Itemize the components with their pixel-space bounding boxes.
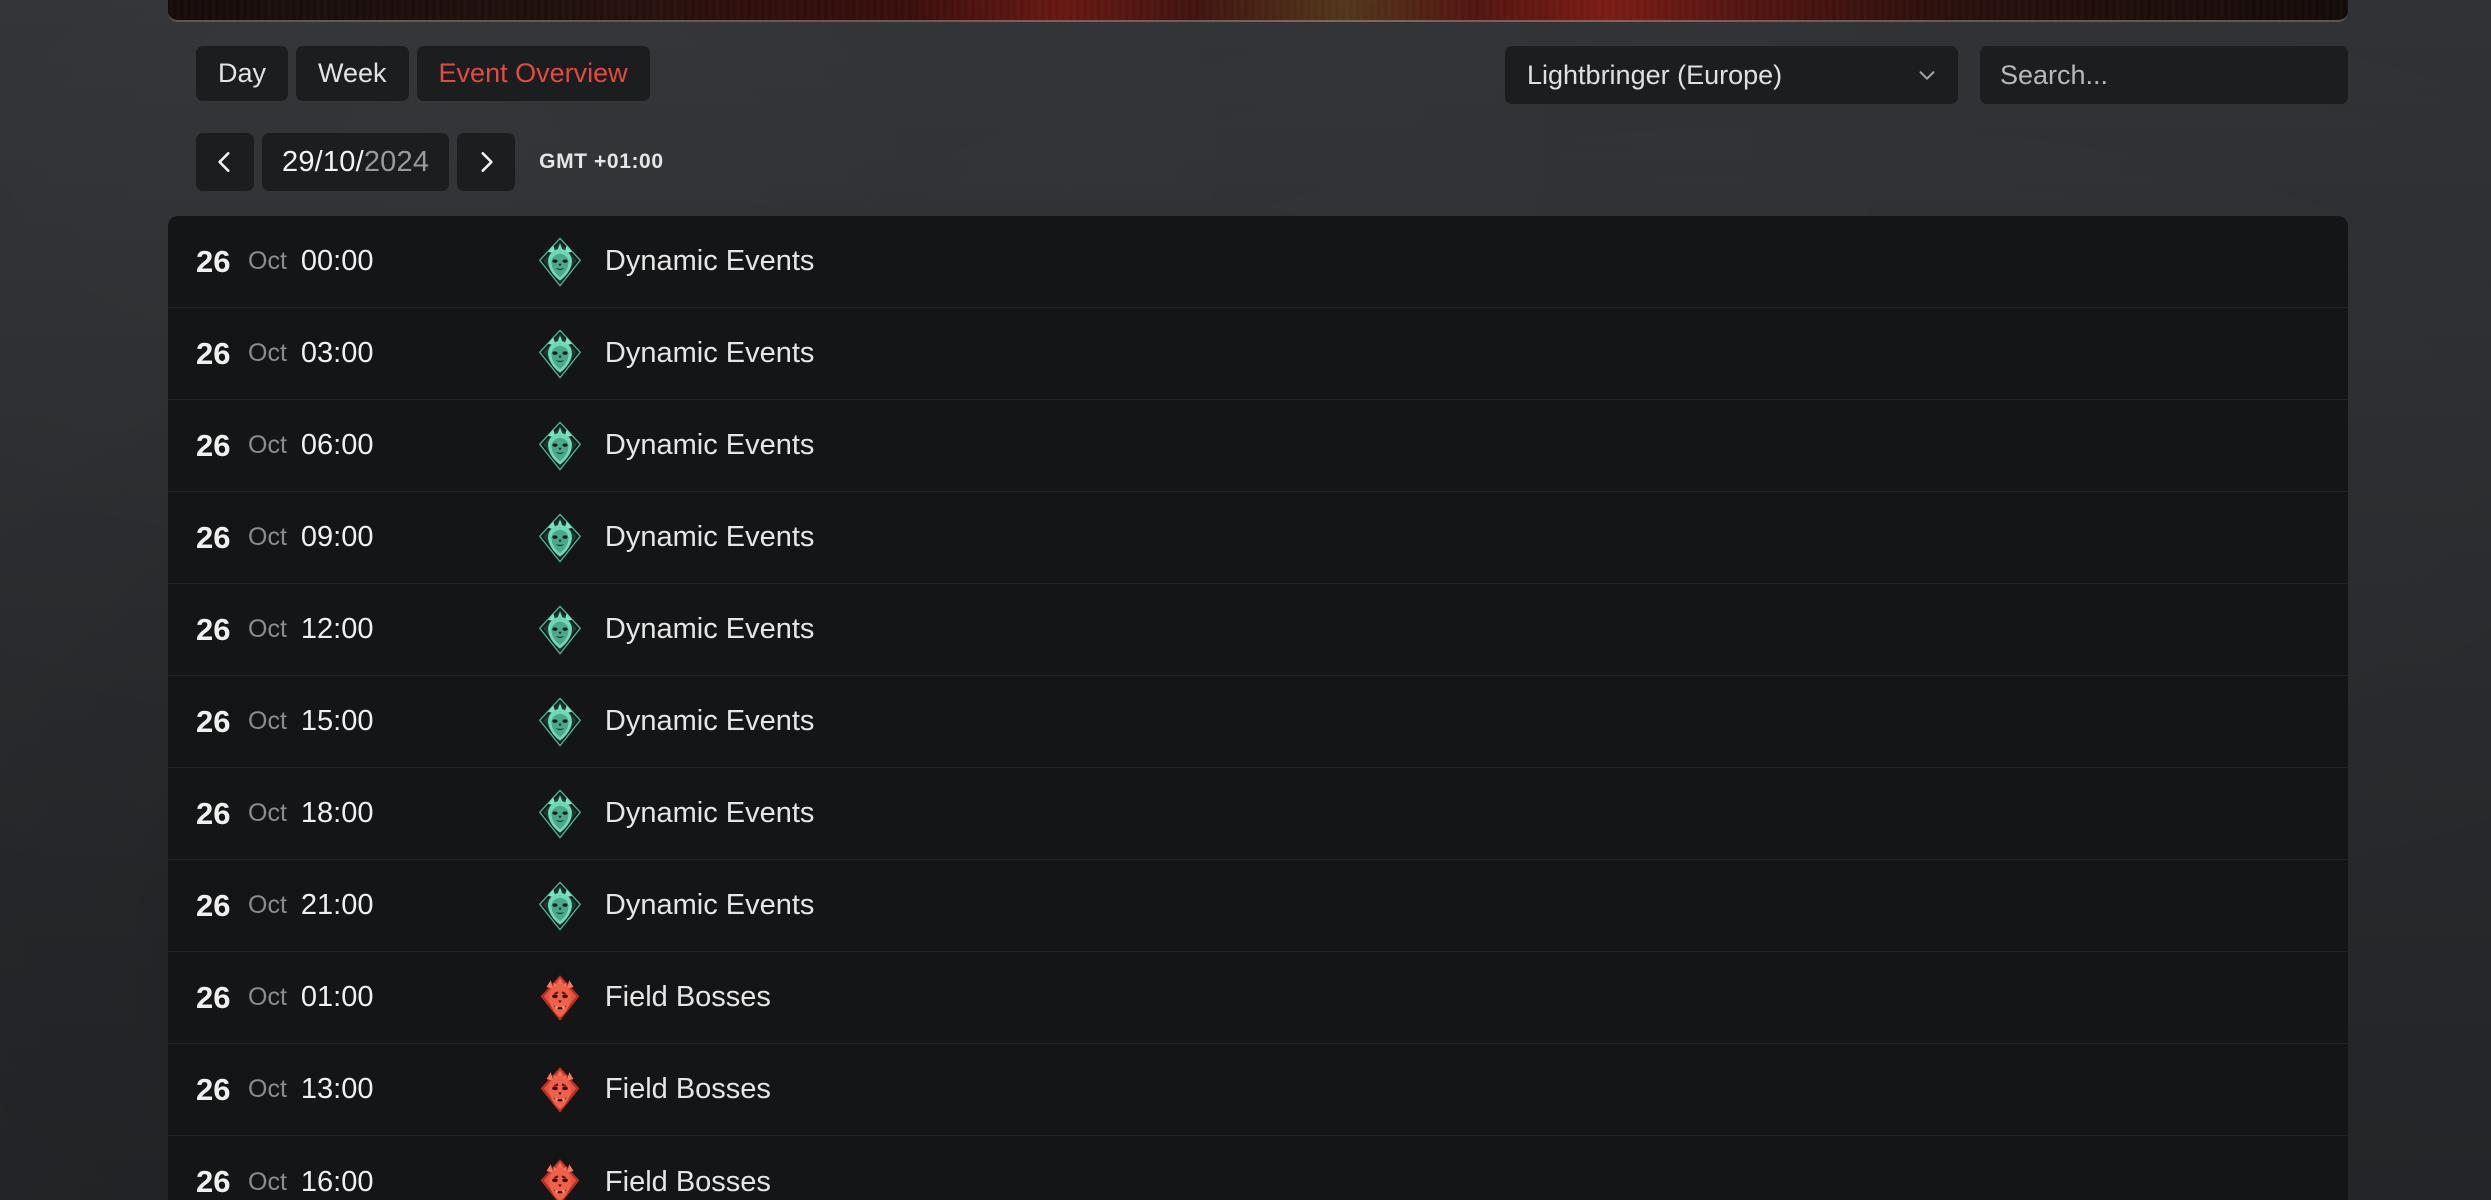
event-month: Oct [248, 891, 287, 919]
event-name: Dynamic Events [604, 797, 815, 829]
event-row[interactable]: 26 Oct 03:00 Dynamic Events [168, 308, 2348, 400]
dynamic-events-icon [538, 236, 582, 287]
date-navigation: 29/10/2024 GMT +01:00 [168, 133, 2348, 191]
event-day: 26 [196, 243, 231, 279]
field-bosses-icon [540, 1066, 580, 1113]
search-input[interactable] [1980, 46, 2348, 104]
hero-banner-image [168, 0, 2348, 22]
field-bosses-icon [540, 1159, 580, 1200]
tab-event-overview[interactable]: Event Overview [416, 46, 650, 102]
chevron-right-icon [473, 149, 499, 175]
event-name: Dynamic Events [604, 337, 815, 369]
event-time: 06:00 [300, 429, 374, 461]
event-month: Oct [248, 431, 287, 459]
event-row[interactable]: 26 Oct 13:00 Field Bosses [168, 1044, 2348, 1136]
dynamic-events-icon [533, 787, 587, 841]
event-day: 26 [196, 887, 231, 923]
event-month: Oct [248, 339, 287, 367]
event-row[interactable]: 26 Oct 00:00 Dynamic Events [168, 216, 2348, 308]
event-month: Oct [248, 615, 287, 643]
timezone-label: GMT +01:00 [539, 150, 664, 173]
dynamic-events-icon [538, 420, 582, 471]
event-month: Oct [248, 1075, 287, 1103]
event-name: Dynamic Events [604, 521, 815, 553]
chevron-down-icon [1916, 64, 1938, 86]
event-name: Dynamic Events [604, 705, 815, 737]
page-root: Day Week Event Overview Lightbringer (Eu… [0, 0, 2491, 1200]
field-bosses-icon [540, 974, 580, 1021]
dynamic-events-icon [538, 696, 582, 747]
previous-day-button[interactable] [196, 133, 254, 191]
event-month: Oct [248, 247, 287, 275]
next-day-button[interactable] [457, 133, 516, 191]
event-row[interactable]: 26 Oct 15:00 Dynamic Events [168, 676, 2348, 768]
event-day: 26 [196, 795, 231, 831]
event-row[interactable]: 26 Oct 18:00 Dynamic Events [168, 768, 2348, 860]
event-time: 21:00 [300, 889, 374, 921]
dynamic-events-icon [533, 603, 587, 657]
event-time: 16:00 [300, 1165, 374, 1198]
tab-week[interactable]: Week [296, 46, 409, 102]
event-day: 26 [196, 611, 231, 647]
event-time: 09:00 [300, 521, 374, 553]
dynamic-events-icon [533, 879, 587, 933]
event-name: Field Bosses [604, 981, 771, 1013]
event-row[interactable]: 26 Oct 12:00 Dynamic Events [168, 584, 2348, 676]
dynamic-events-icon [538, 512, 582, 563]
event-list: 26 Oct 00:00 Dynamic Events 26 Oct 03:00 Dyna… [168, 216, 2348, 1200]
field-bosses-icon [533, 971, 587, 1025]
event-row[interactable]: 26 Oct 06:00 Dynamic Events [168, 400, 2348, 492]
event-day: 26 [196, 703, 231, 739]
event-month: Oct [248, 799, 287, 827]
dynamic-events-icon [538, 328, 582, 379]
event-time: 18:00 [300, 797, 374, 829]
event-row[interactable]: 26 Oct 01:00 Field Bosses [168, 952, 2348, 1044]
dynamic-events-icon [533, 327, 587, 381]
event-row[interactable]: 26 Oct 21:00 Dynamic Events [168, 860, 2348, 952]
toolbar: Day Week Event Overview Lightbringer (Eu… [168, 46, 2348, 108]
date-input[interactable]: 29/10/2024 [262, 133, 450, 191]
server-select-value: Lightbringer (Europe) [1527, 59, 1783, 90]
field-bosses-icon [533, 1063, 587, 1117]
tab-day[interactable]: Day [196, 46, 289, 102]
event-month: Oct [248, 523, 287, 551]
event-month: Oct [248, 707, 287, 735]
field-bosses-icon [533, 1155, 587, 1200]
event-day: 26 [196, 1164, 231, 1199]
chevron-left-icon [212, 149, 238, 175]
event-name: Field Bosses [604, 1073, 771, 1105]
event-row[interactable]: 26 Oct 09:00 Dynamic Events [168, 492, 2348, 584]
event-day: 26 [196, 427, 231, 463]
event-time: 15:00 [300, 705, 374, 737]
event-name: Field Bosses [604, 1165, 771, 1198]
dynamic-events-icon [538, 788, 582, 839]
event-name: Dynamic Events [604, 245, 815, 277]
dynamic-events-icon [538, 880, 582, 931]
event-name: Dynamic Events [604, 613, 815, 645]
view-tab-group: Day Week Event Overview [196, 46, 650, 102]
date-year: 2024 [363, 145, 430, 178]
event-day: 26 [196, 1071, 231, 1107]
event-month: Oct [248, 983, 287, 1011]
event-time: 01:00 [300, 981, 374, 1013]
event-name: Dynamic Events [604, 889, 815, 921]
dynamic-events-icon [533, 235, 587, 289]
event-row[interactable]: 26 Oct 16:00 Field Bosses [168, 1136, 2348, 1200]
event-month: Oct [248, 1167, 287, 1196]
event-time: 13:00 [300, 1073, 374, 1105]
event-time: 00:00 [300, 245, 374, 277]
event-time: 03:00 [300, 337, 374, 369]
event-day: 26 [196, 335, 231, 371]
date-day-month: 29/10/ [282, 145, 364, 178]
event-day: 26 [196, 979, 231, 1015]
dynamic-events-icon [538, 604, 582, 655]
dynamic-events-icon [533, 511, 587, 565]
event-name: Dynamic Events [604, 429, 815, 461]
server-select[interactable]: Lightbringer (Europe) [1505, 46, 1958, 104]
banner-texture-overlay [168, 0, 2348, 20]
dynamic-events-icon [533, 419, 587, 473]
event-day: 26 [196, 519, 231, 555]
event-time: 12:00 [300, 613, 374, 645]
dynamic-events-icon [533, 695, 587, 749]
